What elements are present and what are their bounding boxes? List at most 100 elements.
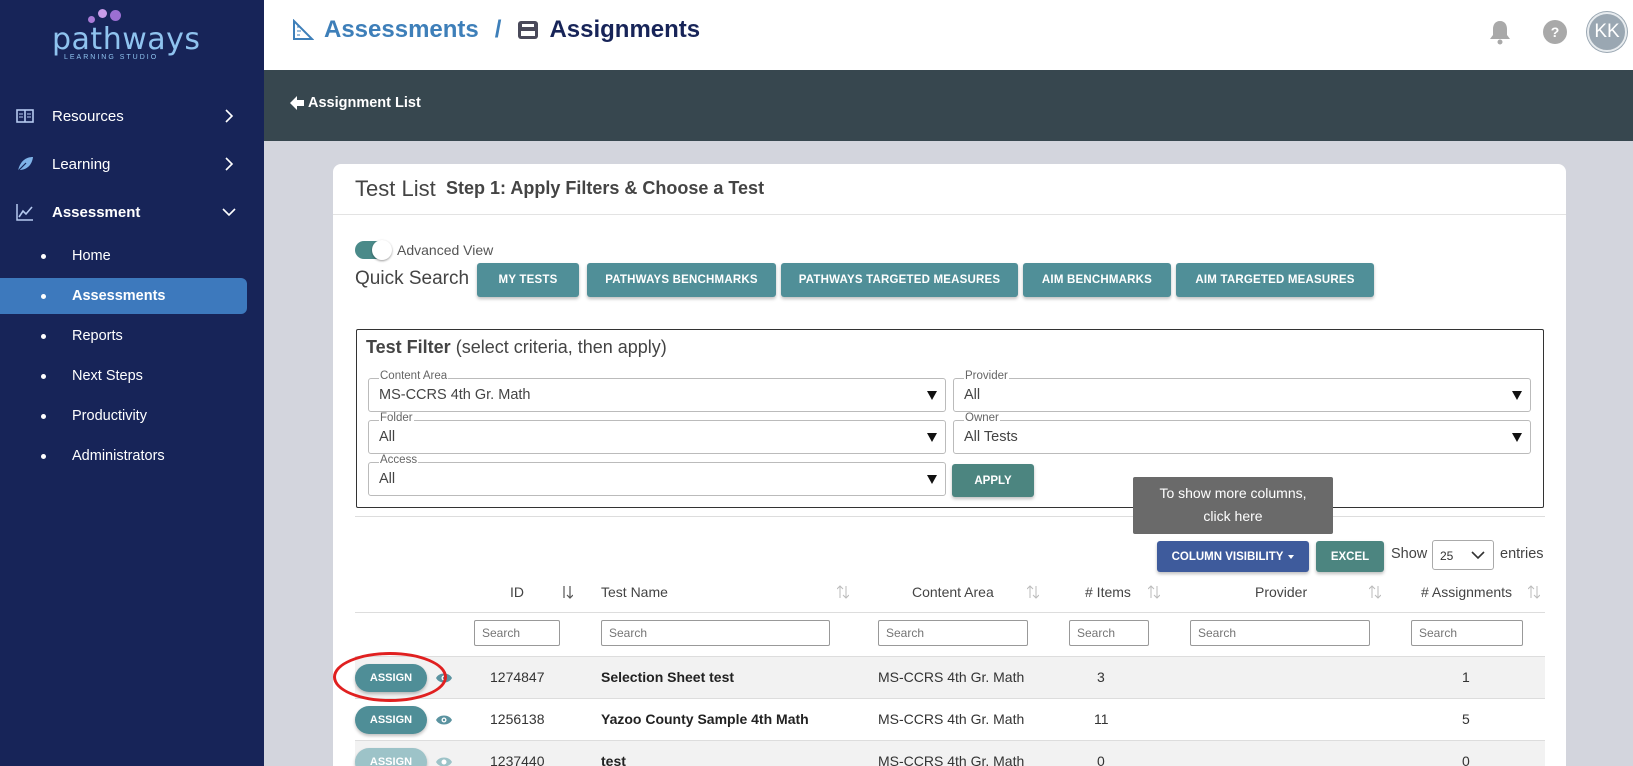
- sidebar-item-learning[interactable]: Learning: [0, 144, 264, 184]
- sort-icon[interactable]: [837, 585, 849, 599]
- avatar[interactable]: KK: [1587, 12, 1627, 52]
- search-test-name-input[interactable]: [601, 620, 830, 646]
- caret-down-icon: [927, 433, 937, 442]
- table-row: ASSIGN 1237440 test MS-CCRS 4th Gr. Math…: [355, 740, 1545, 766]
- card-subtitle: Step 1: Apply Filters & Choose a Test: [446, 178, 765, 198]
- entries-value: 25: [1440, 549, 1454, 563]
- caret-down-icon: [927, 475, 937, 484]
- search-id-input[interactable]: [474, 620, 560, 646]
- sidebar-item-label: Learning: [52, 155, 111, 173]
- entries-label: entries: [1500, 546, 1544, 562]
- cell-assignments: 0: [1462, 753, 1470, 766]
- sidebar-item-label: Productivity: [72, 408, 147, 424]
- sidebar-item-assessments[interactable]: Assessments: [0, 278, 247, 314]
- column-header-provider[interactable]: Provider: [1255, 584, 1307, 600]
- sidebar-item-label: Resources: [52, 107, 124, 125]
- access-select[interactable]: Access All: [368, 454, 946, 496]
- cell-id: 1256138: [490, 711, 545, 727]
- excel-button[interactable]: EXCEL: [1316, 541, 1384, 572]
- sidebar-item-next-steps[interactable]: Next Steps: [0, 358, 264, 394]
- cell-test-name[interactable]: Selection Sheet test: [601, 669, 734, 685]
- my-tests-button[interactable]: MY TESTS: [477, 263, 579, 297]
- sort-icon[interactable]: [1528, 585, 1540, 599]
- highlight-circle: [333, 652, 447, 702]
- column-header-content-area[interactable]: Content Area: [912, 584, 994, 600]
- apply-button[interactable]: APPLY: [952, 464, 1034, 497]
- assign-button[interactable]: ASSIGN: [355, 706, 427, 734]
- sidebar-item-label: Assessments: [72, 288, 166, 304]
- logo-wordmark: pathways: [52, 22, 201, 57]
- owner-select[interactable]: Owner All Tests: [953, 412, 1531, 454]
- bullet-icon: [41, 373, 46, 379]
- eye-icon[interactable]: [435, 714, 453, 726]
- sort-icon[interactable]: [1027, 585, 1039, 599]
- sort-icon[interactable]: [1369, 585, 1381, 599]
- search-provider-input[interactable]: [1190, 620, 1370, 646]
- entries-select[interactable]: 25: [1432, 540, 1494, 570]
- sidebar-item-home[interactable]: Home: [0, 238, 264, 274]
- advanced-view-toggle[interactable]: [355, 240, 392, 260]
- sidebar-item-reports[interactable]: Reports: [0, 318, 264, 354]
- assign-button[interactable]: ASSIGN: [355, 748, 427, 766]
- divider: [355, 516, 1545, 517]
- column-header-test-name[interactable]: Test Name: [601, 584, 668, 600]
- select-value: All: [379, 429, 396, 445]
- sidebar-item-resources[interactable]: Resources: [0, 96, 264, 136]
- column-visibility-button[interactable]: COLUMN VISIBILITY: [1157, 541, 1309, 572]
- folder-select[interactable]: Folder All: [368, 412, 946, 454]
- select-label: Owner: [964, 412, 1000, 424]
- sidebar-item-administrators[interactable]: Administrators: [0, 438, 264, 474]
- sidebar-item-label: Home: [72, 248, 111, 264]
- select-label: Content Area: [379, 370, 449, 382]
- cell-assignments: 5: [1462, 711, 1470, 727]
- inbox-icon: [518, 21, 539, 39]
- cell-test-name[interactable]: test: [601, 753, 626, 766]
- card-header: Test List Step 1: Apply Filters & Choose…: [333, 164, 1566, 215]
- eye-icon[interactable]: [435, 756, 453, 766]
- help-icon[interactable]: ?: [1543, 20, 1567, 44]
- column-header-id[interactable]: ID: [510, 584, 524, 600]
- aim-benchmarks-button[interactable]: AIM BENCHMARKS: [1023, 263, 1171, 297]
- cell-id: 1274847: [490, 669, 545, 685]
- breadcrumb-assessments[interactable]: Assessments: [324, 16, 479, 44]
- cell-items: 0: [1097, 753, 1105, 766]
- test-filter-title: Test Filter (select criteria, then apply…: [366, 337, 667, 358]
- breadcrumb: Assessments / Assignments: [292, 16, 700, 44]
- provider-select[interactable]: Provider All: [953, 370, 1531, 412]
- select-value: MS-CCRS 4th Gr. Math: [379, 387, 531, 403]
- column-tooltip: To show more columns, click here: [1133, 477, 1333, 534]
- column-header-assignments[interactable]: # Assignments: [1421, 584, 1512, 600]
- sort-desc-icon[interactable]: [561, 585, 573, 599]
- leaf-icon: [17, 157, 33, 172]
- content-area-select[interactable]: Content Area MS-CCRS 4th Gr. Math: [368, 370, 946, 412]
- bell-icon[interactable]: [1489, 19, 1511, 45]
- select-value: All Tests: [964, 429, 1018, 445]
- sort-icon[interactable]: [1148, 585, 1160, 599]
- search-assignments-input[interactable]: [1411, 620, 1523, 646]
- back-to-assignment-list[interactable]: Assignment List: [290, 95, 421, 111]
- search-content-area-input[interactable]: [878, 620, 1028, 646]
- cell-items: 11: [1094, 711, 1109, 727]
- sidebar: pathways LEARNING STUDIO Resources Learn…: [0, 0, 264, 766]
- tooltip-line-1: To show more columns,: [1159, 485, 1307, 501]
- sidebar-item-assessment[interactable]: Assessment: [0, 192, 264, 232]
- select-label: Access: [379, 454, 419, 466]
- pathways-logo[interactable]: pathways LEARNING STUDIO: [52, 8, 200, 61]
- table-row: ASSIGN 1274847 Selection Sheet test MS-C…: [355, 656, 1545, 698]
- cell-assignments: 1: [1462, 669, 1470, 685]
- sidebar-item-label: Reports: [72, 328, 123, 344]
- select-value: All: [379, 471, 396, 487]
- pathways-targeted-measures-button[interactable]: PATHWAYS TARGETED MEASURES: [781, 263, 1018, 297]
- cell-items: 3: [1097, 669, 1105, 685]
- column-header-items[interactable]: # Items: [1085, 584, 1131, 600]
- column-visibility-label: COLUMN VISIBILITY: [1171, 550, 1284, 563]
- aim-targeted-measures-button[interactable]: AIM TARGETED MEASURES: [1176, 263, 1374, 297]
- pathways-benchmarks-button[interactable]: PATHWAYS BENCHMARKS: [587, 263, 776, 297]
- cell-test-name[interactable]: Yazoo County Sample 4th Math: [601, 711, 809, 727]
- ruler-triangle-icon: [293, 19, 314, 40]
- search-items-input[interactable]: [1069, 620, 1149, 646]
- filter-title-bold: Test Filter: [366, 337, 451, 357]
- card-title: Test List: [355, 176, 436, 201]
- back-label: Assignment List: [308, 95, 421, 111]
- sidebar-item-productivity[interactable]: Productivity: [0, 398, 264, 434]
